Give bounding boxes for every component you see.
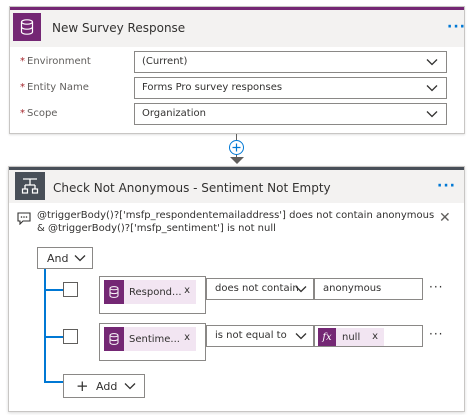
chevron-down-icon — [295, 286, 307, 293]
token-label: Sentime... — [129, 333, 180, 345]
plus-icon: + — [76, 377, 89, 395]
scope-label: Scope — [27, 108, 58, 119]
database-icon — [104, 327, 124, 351]
left-operand-field[interactable]: Respond... x — [99, 276, 206, 314]
condition-expression: @triggerBody()?['msfp_respondentemailadd… — [37, 210, 435, 234]
entity-name-dropdown[interactable]: Forms Pro survey responses — [134, 77, 447, 99]
scope-row: * Scope Organization — [10, 103, 464, 127]
row-checkbox[interactable] — [63, 329, 78, 344]
operator-dropdown[interactable]: is not equal to — [206, 325, 314, 347]
scope-value: Organization — [142, 108, 206, 119]
tree-branch — [44, 289, 63, 291]
dynamic-content-token[interactable]: Respond... x — [104, 280, 196, 304]
chevron-down-icon — [426, 59, 438, 66]
operator-value: is not equal to — [215, 330, 287, 341]
remove-token-button[interactable]: x — [184, 332, 190, 343]
scope-dropdown[interactable]: Organization — [134, 103, 447, 125]
required-marker: * — [20, 56, 25, 67]
environment-value: (Current) — [142, 56, 188, 67]
tree-branch — [44, 381, 64, 383]
condition-card: Check Not Anonymous - Sentiment Not Empt… — [8, 166, 465, 412]
close-icon[interactable]: ✕ — [439, 210, 451, 226]
row-more-button[interactable]: ··· — [429, 280, 443, 294]
condition-header[interactable]: Check Not Anonymous - Sentiment Not Empt… — [9, 167, 464, 203]
chevron-down-icon — [74, 255, 86, 262]
operator-dropdown[interactable]: does not contain — [206, 278, 314, 300]
entity-name-row: * Entity Name Forms Pro survey responses — [10, 77, 464, 101]
remove-token-button[interactable]: x — [372, 331, 378, 342]
database-icon — [13, 13, 41, 41]
right-operand-field[interactable]: fx null x — [314, 325, 423, 347]
function-icon: fx — [318, 328, 336, 346]
environment-row: * Environment (Current) — [10, 51, 464, 75]
expression-token[interactable]: fx null x — [318, 328, 384, 346]
tree-line — [44, 269, 46, 381]
row-checkbox[interactable] — [63, 282, 78, 297]
group-operator-dropdown[interactable]: And — [37, 247, 93, 269]
add-condition-button[interactable]: + Add — [63, 374, 145, 398]
add-label: Add — [96, 380, 118, 393]
right-operand-field[interactable]: anonymous — [314, 278, 423, 300]
entity-name-label: Entity Name — [27, 82, 89, 93]
entity-name-value: Forms Pro survey responses — [142, 82, 283, 93]
chevron-down-icon — [426, 85, 438, 92]
trigger-header[interactable]: New Survey Response ··· — [10, 7, 466, 47]
group-operator-value: And — [47, 252, 69, 265]
token-label: Respond... — [129, 286, 182, 298]
tree-branch — [44, 336, 63, 338]
arrow-down-icon — [230, 157, 244, 164]
required-marker: * — [20, 108, 25, 119]
expression-token-label: null — [342, 331, 361, 343]
chevron-down-icon — [124, 383, 136, 390]
trigger-title: New Survey Response — [52, 21, 186, 35]
chevron-down-icon — [426, 111, 438, 118]
right-operand-value: anonymous — [323, 283, 382, 294]
trigger-more-button[interactable]: ··· — [447, 19, 466, 35]
condition-title: Check Not Anonymous - Sentiment Not Empt… — [53, 181, 331, 195]
operator-value: does not contain — [215, 283, 299, 294]
trigger-card: New Survey Response ··· * Environment (Cu… — [9, 6, 465, 134]
condition-icon — [15, 172, 45, 200]
database-icon — [104, 280, 124, 304]
comment-icon — [17, 212, 31, 225]
required-marker: * — [20, 82, 25, 93]
condition-more-button[interactable]: ··· — [437, 178, 456, 194]
row-more-button[interactable]: ··· — [429, 327, 443, 341]
dynamic-content-token[interactable]: Sentime... x — [104, 327, 196, 351]
left-operand-field[interactable]: Sentime... x — [99, 323, 206, 361]
remove-token-button[interactable]: x — [184, 285, 190, 296]
environment-dropdown[interactable]: (Current) — [134, 51, 447, 73]
chevron-down-icon — [295, 333, 307, 340]
add-circle-icon[interactable] — [229, 140, 244, 155]
environment-label: Environment — [27, 56, 91, 67]
